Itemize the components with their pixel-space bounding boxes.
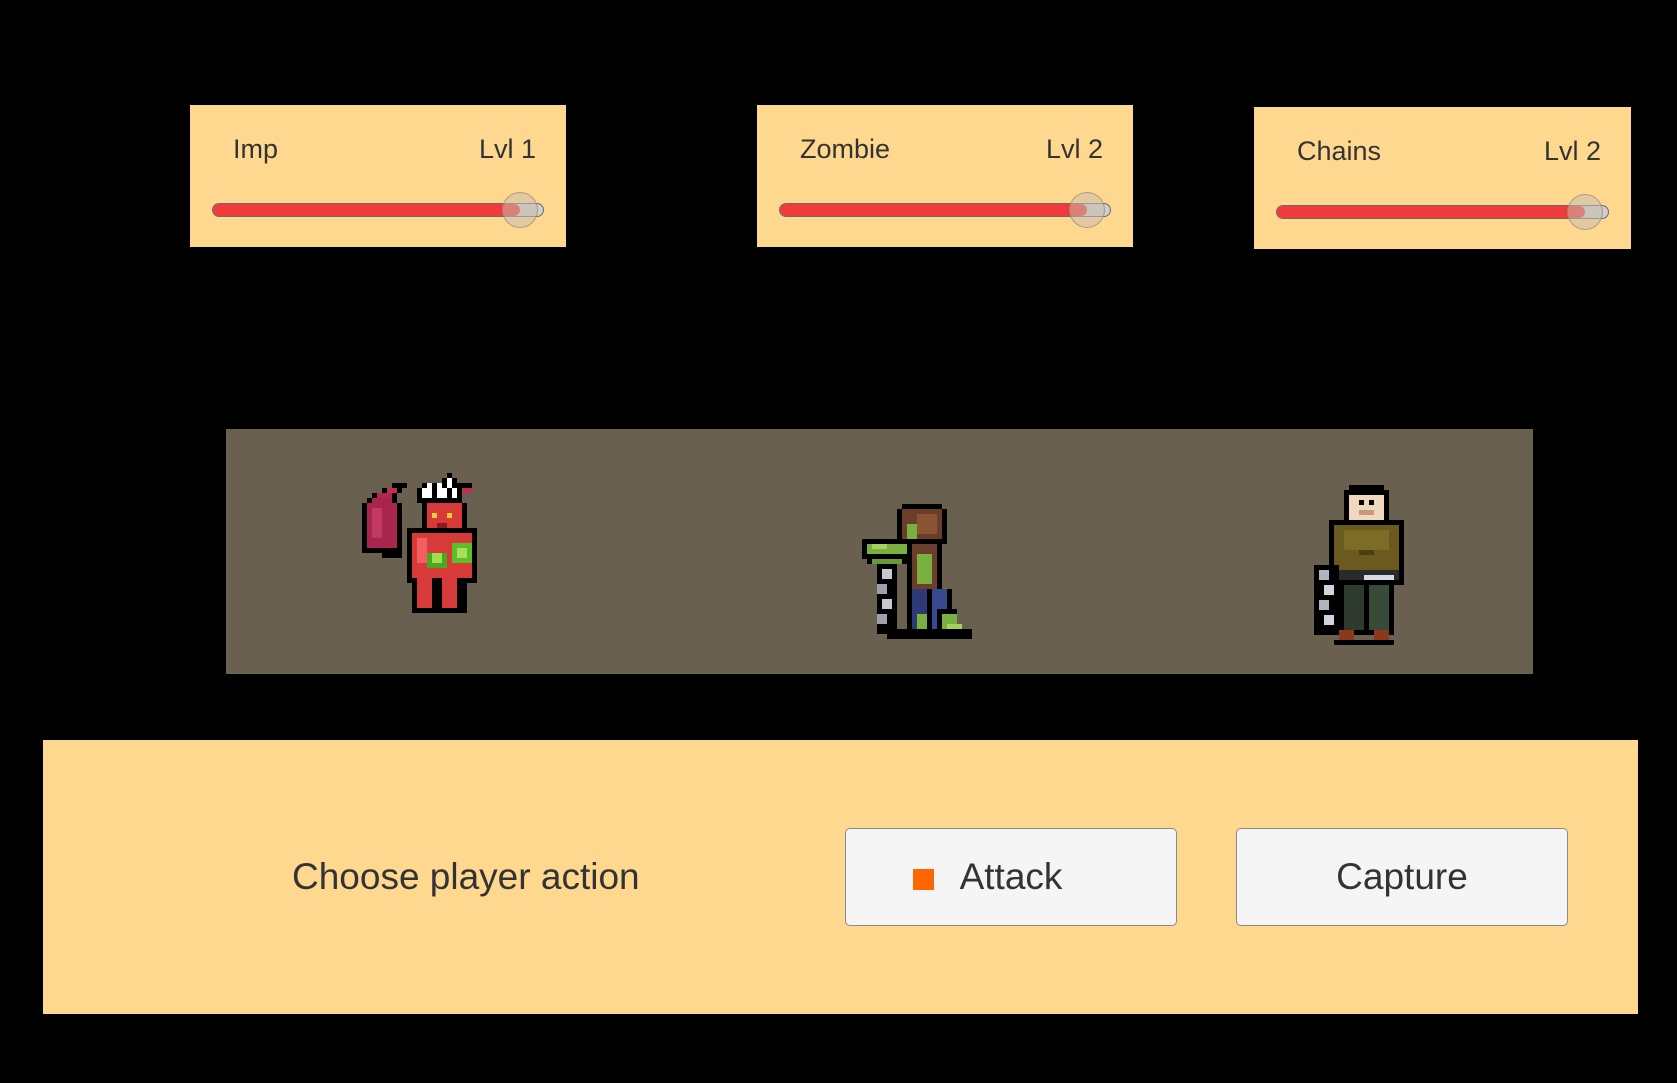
creature-level: Lvl 2 — [1543, 136, 1601, 166]
action-prompt: Choose player action — [292, 856, 640, 897]
battle-screen: Imp Lvl 1 Zombie Lvl 2 Chains Lvl 2 Choo… — [0, 0, 1677, 1083]
hp-bar-fill — [1277, 206, 1585, 218]
status-card-zombie: Zombie Lvl 2 — [757, 105, 1133, 247]
hp-slider-handle[interactable] — [1068, 192, 1105, 228]
imp-sprite — [362, 473, 477, 613]
creature-name: Imp — [233, 134, 279, 164]
hp-slider[interactable] — [212, 192, 544, 228]
attack-button-label: Attack — [959, 856, 1063, 897]
creature-level: Lvl 2 — [1045, 134, 1103, 164]
hp-slider-handle[interactable] — [501, 192, 538, 228]
hp-slider[interactable] — [779, 192, 1111, 228]
capture-button[interactable]: Capture — [1236, 828, 1568, 926]
hp-bar-fill — [213, 204, 520, 216]
action-panel: Choose player action Attack Capture — [43, 740, 1638, 1014]
selection-marker-icon — [913, 869, 934, 890]
creature-level: Lvl 1 — [478, 134, 536, 164]
status-card-imp: Imp Lvl 1 — [190, 105, 566, 247]
creature-name: Zombie — [800, 134, 891, 164]
battle-arena — [226, 429, 1533, 674]
capture-button-label: Capture — [1336, 856, 1468, 897]
creature-name: Chains — [1297, 136, 1382, 166]
zombie-sprite — [862, 504, 972, 639]
chains-sprite — [1314, 485, 1404, 645]
attack-button[interactable]: Attack — [845, 828, 1177, 926]
status-card-chains: Chains Lvl 2 — [1254, 107, 1631, 249]
hp-slider-handle[interactable] — [1566, 194, 1603, 230]
hp-slider[interactable] — [1276, 194, 1609, 230]
hp-bar-fill — [780, 204, 1087, 216]
